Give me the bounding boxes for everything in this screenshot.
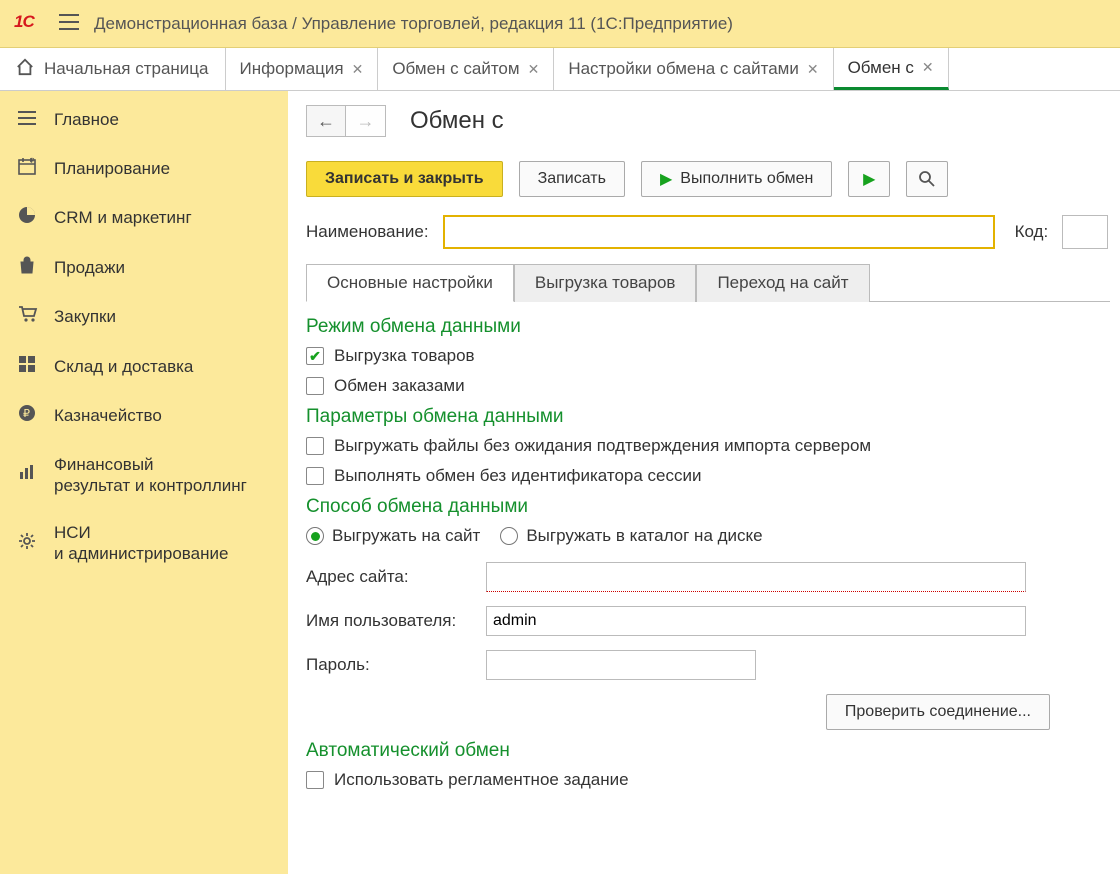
username-input[interactable] (486, 606, 1026, 636)
ruble-icon: ₽ (18, 404, 54, 428)
sidebar-item-purchases[interactable]: Закупки (0, 292, 288, 342)
home-icon (16, 58, 34, 81)
play-icon: ▶ (863, 169, 875, 189)
radio-upload-disk[interactable] (500, 527, 518, 545)
search-icon (918, 170, 936, 188)
code-input[interactable] (1062, 215, 1108, 249)
sidebar-item-label: Финансовый результат и контроллинг (54, 454, 270, 497)
sidebar-item-planning[interactable]: ₽ Планирование (0, 144, 288, 194)
cart-icon (18, 305, 54, 329)
sidebar-item-label: Казначейство (54, 405, 270, 426)
close-icon[interactable]: ✕ (352, 61, 364, 78)
sidebar-item-admin[interactable]: НСИ и администрирование (0, 509, 288, 578)
checkbox-scheduled[interactable] (306, 771, 324, 789)
name-label: Наименование: (306, 222, 429, 242)
inner-tab-goto-site[interactable]: Переход на сайт (696, 264, 869, 302)
sidebar-item-warehouse[interactable]: Склад и доставка (0, 342, 288, 392)
tab-exchange-with[interactable]: Обмен с ✕ (834, 48, 949, 90)
tab-site-exchange[interactable]: Обмен с сайтом ✕ (378, 48, 554, 90)
pie-icon (18, 206, 54, 230)
tabstrip: Начальная страница Информация ✕ Обмен с … (0, 48, 1120, 91)
checkbox-export-goods[interactable]: ✔ (306, 347, 324, 365)
name-input[interactable] (443, 215, 995, 249)
sidebar-item-crm[interactable]: CRM и маркетинг (0, 193, 288, 243)
calendar-icon: ₽ (18, 157, 54, 181)
home-tab[interactable]: Начальная страница (0, 48, 226, 90)
play-icon-button[interactable]: ▶ (848, 161, 890, 197)
section-method: Способ обмена данными (306, 496, 1110, 518)
radio-label: Выгружать в каталог на диске (526, 526, 762, 546)
code-label: Код: (1015, 222, 1049, 242)
password-input[interactable] (486, 650, 756, 680)
form-title: Обмен с (410, 107, 504, 135)
tab-label: Обмен с (848, 58, 914, 78)
main-content: ← → Обмен с Записать и закрыть Записать … (288, 91, 1120, 874)
back-button[interactable]: ← (306, 105, 346, 137)
checkbox-nowait[interactable] (306, 437, 324, 455)
radio-label: Выгружать на сайт (332, 526, 480, 546)
svg-text:₽: ₽ (30, 157, 35, 165)
check-connection-button[interactable]: Проверить соединение... (826, 694, 1050, 730)
logo-1c: 1C (14, 12, 54, 36)
run-exchange-button[interactable]: ▶ Выполнить обмен (641, 161, 832, 197)
tab-label: Информация (240, 59, 344, 79)
run-exchange-label: Выполнить обмен (680, 170, 813, 188)
site-address-label: Адрес сайта: (306, 567, 486, 587)
checkbox-label: Использовать регламентное задание (334, 770, 629, 790)
save-and-close-button[interactable]: Записать и закрыть (306, 161, 503, 197)
radio-upload-site[interactable] (306, 527, 324, 545)
checkbox-label: Выгружать файлы без ожидания подтвержден… (334, 436, 871, 456)
gear-icon (18, 532, 54, 556)
tab-exchange-settings[interactable]: Настройки обмена с сайтами ✕ (554, 48, 833, 90)
inner-tab-main-settings[interactable]: Основные настройки (306, 264, 514, 302)
menu-icon[interactable] (54, 14, 84, 34)
sidebar-item-treasury[interactable]: ₽ Казначейство (0, 391, 288, 441)
sidebar-item-label: Планирование (54, 158, 270, 179)
username-label: Имя пользователя: (306, 611, 486, 631)
checkbox-label: Выполнять обмен без идентификатора сесси… (334, 466, 701, 486)
inner-tab-export-goods[interactable]: Выгрузка товаров (514, 264, 697, 302)
password-label: Пароль: (306, 655, 486, 675)
sidebar-item-label: НСИ и администрирование (54, 522, 270, 565)
section-mode: Режим обмена данными (306, 316, 1110, 338)
save-button[interactable]: Записать (519, 161, 625, 197)
checkbox-label: Выгрузка товаров (334, 346, 475, 366)
close-icon[interactable]: ✕ (922, 59, 934, 76)
svg-text:₽: ₽ (23, 408, 30, 420)
play-icon: ▶ (660, 169, 672, 189)
search-button[interactable] (906, 161, 948, 197)
app-title: Демонстрационная база / Управление торго… (94, 14, 733, 34)
checkbox-label: Обмен заказами (334, 376, 465, 396)
sidebar-item-label: Главное (54, 109, 270, 130)
sidebar-item-label: Закупки (54, 306, 270, 327)
list-icon (18, 108, 54, 131)
sidebar: Главное ₽ Планирование CRM и маркетинг П… (0, 91, 288, 874)
sidebar-item-label: Продажи (54, 257, 270, 278)
home-tab-label: Начальная страница (44, 59, 209, 79)
sidebar-item-finance[interactable]: Финансовый результат и контроллинг (0, 441, 288, 510)
bars-icon (18, 463, 54, 487)
tab-info[interactable]: Информация ✕ (226, 48, 379, 90)
close-icon[interactable]: ✕ (528, 61, 540, 78)
site-address-input[interactable] (486, 562, 1026, 592)
bag-icon (18, 256, 54, 280)
section-auto: Автоматический обмен (306, 740, 1110, 762)
tab-label: Обмен с сайтом (392, 59, 519, 79)
sidebar-item-sales[interactable]: Продажи (0, 243, 288, 293)
grid-icon (18, 355, 54, 379)
forward-button[interactable]: → (346, 105, 386, 137)
sidebar-item-label: CRM и маркетинг (54, 207, 270, 228)
checkbox-nosession[interactable] (306, 467, 324, 485)
tab-label: Настройки обмена с сайтами (568, 59, 799, 79)
checkbox-exchange-orders[interactable] (306, 377, 324, 395)
sidebar-item-label: Склад и доставка (54, 356, 270, 377)
section-params: Параметры обмена данными (306, 406, 1110, 428)
sidebar-item-main[interactable]: Главное (0, 95, 288, 144)
close-icon[interactable]: ✕ (807, 61, 819, 78)
